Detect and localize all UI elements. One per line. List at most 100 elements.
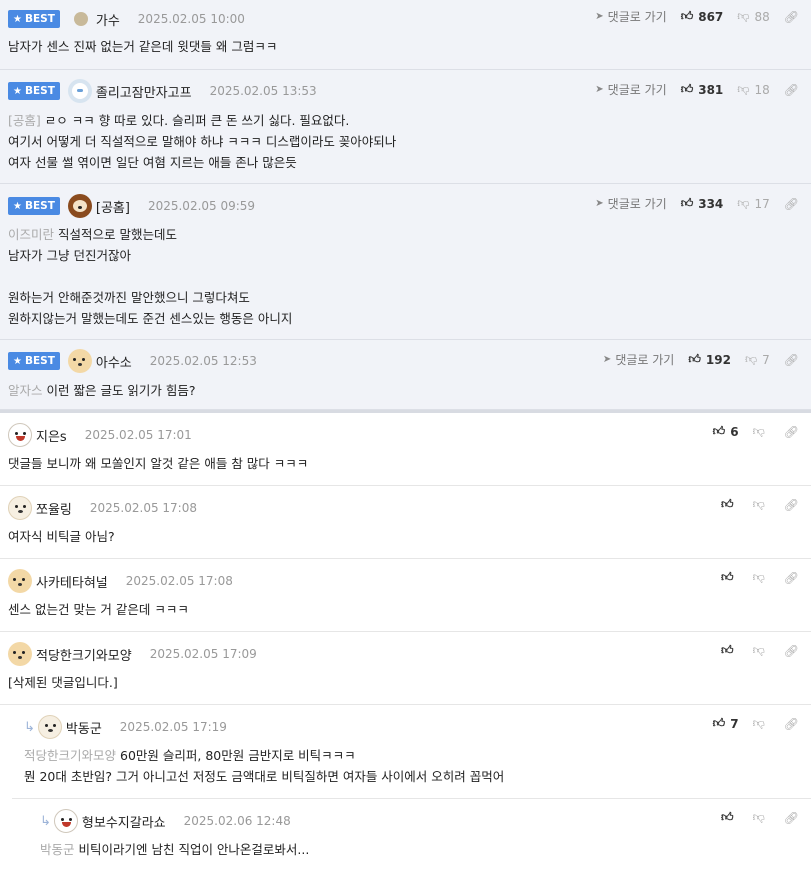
avatar[interactable] bbox=[8, 496, 32, 520]
best-comment: ★ BEST 아수소 2025.02.05 12:53 ➤ 댓글로 가기 👍︎ 192… bbox=[0, 340, 811, 410]
star-icon: ★ bbox=[13, 85, 22, 97]
downvote-button[interactable]: 👎︎ 88 bbox=[737, 9, 769, 24]
upvote-button[interactable]: 👍︎ 192 bbox=[688, 352, 731, 367]
avatar[interactable] bbox=[53, 809, 78, 833]
upvote-button[interactable]: 👍︎ 334 bbox=[681, 196, 724, 211]
downvote-button[interactable]: 👎︎ 18 bbox=[737, 82, 769, 97]
avatar[interactable] bbox=[37, 715, 62, 739]
nickname[interactable]: 사카테타혀널 bbox=[36, 572, 108, 591]
downvote-button[interactable]: 👎︎ bbox=[753, 716, 770, 731]
thumbs-down-icon: 👎︎ bbox=[752, 424, 765, 438]
link-icon[interactable]: 🔗︎ bbox=[784, 811, 799, 825]
timestamp: 2025.02.05 17:09 bbox=[149, 647, 257, 661]
comment: 쪼율링 2025.02.05 17:08 👍︎ 👎︎ 🔗︎ 여자식 비틱글 아님… bbox=[0, 486, 811, 559]
nickname[interactable]: 쪼율링 bbox=[36, 499, 72, 518]
mention[interactable]: 적당한크기와모양 bbox=[24, 748, 116, 763]
star-icon: ★ bbox=[13, 200, 22, 212]
downvote-button[interactable]: 👎︎ 17 bbox=[737, 196, 769, 211]
avatar[interactable] bbox=[8, 569, 32, 593]
goto-comment-link[interactable]: ➤ 댓글로 가기 bbox=[595, 195, 666, 212]
upvote-button[interactable]: 👍︎ 7 bbox=[713, 716, 739, 731]
avatar[interactable] bbox=[67, 349, 92, 373]
nickname[interactable]: 형보수지갈라쇼 bbox=[82, 812, 166, 831]
upvote-button[interactable]: 👍︎ 381 bbox=[681, 82, 724, 97]
thumbs-up-icon: 👍︎ bbox=[712, 424, 726, 438]
comment-line: 센스 없는건 맞는 거 같은데 ㅋㅋㅋ bbox=[8, 602, 189, 617]
nickname[interactable]: 졸리고잠만자고프 bbox=[96, 82, 192, 101]
comment-actions: 👍︎ 👎︎ 🔗︎ bbox=[721, 497, 799, 512]
timestamp: 2025.02.05 17:01 bbox=[84, 428, 192, 442]
comment-actions: ➤ 댓글로 가기 👍︎ 867 👎︎ 88 🔗︎ bbox=[595, 8, 799, 25]
comment-header: ★ BEST 가수 2025.02.05 10:00 bbox=[8, 9, 245, 29]
thumbs-down-icon: 👎︎ bbox=[752, 716, 765, 730]
avatar[interactable] bbox=[8, 642, 32, 666]
upvote-button[interactable]: 👍︎ bbox=[721, 810, 739, 825]
comment-line: 여자식 비틱글 아님? bbox=[8, 529, 115, 544]
avatar[interactable] bbox=[67, 79, 92, 103]
upvote-button[interactable]: 👍︎ bbox=[721, 643, 739, 658]
mention[interactable]: [공홈] bbox=[8, 113, 41, 128]
comment-header: ↳ 형보수지갈라쇼 2025.02.06 12:48 bbox=[40, 809, 291, 833]
comment-actions: ➤ 댓글로 가기 👍︎ 192 👎︎ 7 🔗︎ bbox=[603, 351, 799, 368]
link-icon[interactable]: 🔗︎ bbox=[784, 83, 799, 97]
downvote-button[interactable]: 👎︎ bbox=[753, 570, 770, 585]
nickname[interactable]: 적당한크기와모양 bbox=[36, 645, 132, 664]
comment-actions: ➤ 댓글로 가기 👍︎ 381 👎︎ 18 🔗︎ bbox=[595, 81, 799, 98]
comment: 지은s 2025.02.05 17:01 👍︎ 6 👎︎ 🔗︎ 댓글들 보니까 왜… bbox=[0, 413, 811, 486]
upvote-button[interactable]: 👍︎ 867 bbox=[681, 9, 724, 24]
reply: ↳ 박동군 2025.02.05 17:19 👍︎ 7 👎︎ 🔗︎ 적당한크기와모… bbox=[12, 705, 811, 799]
star-icon: ★ bbox=[13, 355, 22, 367]
nickname[interactable]: [공홈] bbox=[96, 197, 130, 216]
goto-comment-link[interactable]: ➤ 댓글로 가기 bbox=[595, 8, 666, 25]
best-comment: ★ BEST 졸리고잠만자고프 2025.02.05 13:53 ➤ 댓글로 가기 … bbox=[0, 70, 811, 184]
link-icon[interactable]: 🔗︎ bbox=[784, 197, 799, 211]
link-icon[interactable]: 🔗︎ bbox=[784, 571, 799, 585]
comment-body: [삭제된 댓글입니다.] bbox=[8, 672, 791, 693]
mention[interactable]: 이즈미란 bbox=[8, 227, 54, 242]
comment-line: 적당한크기와모양 60만원 슬리퍼, 80만원 금반지로 비틱ㅋㅋㅋ bbox=[24, 748, 356, 763]
upvote-button[interactable]: 👍︎ bbox=[721, 570, 739, 585]
comment-header: 쪼율링 2025.02.05 17:08 bbox=[8, 496, 197, 520]
nickname[interactable]: 아수소 bbox=[96, 352, 132, 371]
best-badge: ★ BEST bbox=[8, 352, 60, 370]
comment-body: 적당한크기와모양 60만원 슬리퍼, 80만원 금반지로 비틱ㅋㅋㅋ 뭔 20대… bbox=[24, 745, 791, 787]
thumbs-down-icon: 👎︎ bbox=[752, 570, 765, 584]
mention[interactable]: 알자스 bbox=[8, 383, 43, 398]
downvote-button[interactable]: 👎︎ bbox=[753, 643, 770, 658]
link-icon[interactable]: 🔗︎ bbox=[784, 498, 799, 512]
comment-line: [공홈] ㄹㅇ ㅋㅋ 향 따로 있다. 슬리퍼 큰 돈 쓰기 싫다. 필요없다. bbox=[8, 113, 350, 128]
best-badge: ★ BEST bbox=[8, 82, 60, 100]
comment-line: 박동군 비틱이라기엔 남친 직업이 안나온걸로봐서... bbox=[40, 842, 310, 857]
upvote-button[interactable]: 👍︎ bbox=[721, 497, 739, 512]
avatar[interactable] bbox=[67, 194, 92, 218]
arrow-icon: ➤ bbox=[602, 354, 612, 365]
link-icon[interactable]: 🔗︎ bbox=[784, 425, 799, 439]
goto-comment-link[interactable]: ➤ 댓글로 가기 bbox=[603, 351, 674, 368]
comment-actions: 👍︎ 👎︎ 🔗︎ bbox=[721, 643, 799, 658]
timestamp: 2025.02.05 17:08 bbox=[125, 574, 233, 588]
upvote-button[interactable]: 👍︎ 6 bbox=[713, 424, 739, 439]
link-icon[interactable]: 🔗︎ bbox=[784, 353, 799, 367]
nickname[interactable]: 가수 bbox=[96, 10, 120, 29]
downvote-button[interactable]: 👎︎ 7 bbox=[745, 352, 770, 367]
comment-line: 원하는거 안해준것까진 말안했으니 그렇다쳐도 bbox=[8, 290, 250, 305]
thumbs-up-icon: 👍︎ bbox=[680, 196, 694, 210]
goto-comment-link[interactable]: ➤ 댓글로 가기 bbox=[595, 81, 666, 98]
comment-line: 남자가 그냥 던진거잖아 bbox=[8, 248, 131, 263]
downvote-button[interactable]: 👎︎ bbox=[753, 810, 770, 825]
reply-arrow-icon: ↳ bbox=[24, 719, 35, 735]
nickname[interactable]: 지은s bbox=[36, 426, 67, 445]
downvote-button[interactable]: 👎︎ bbox=[753, 497, 770, 512]
link-icon[interactable]: 🔗︎ bbox=[784, 644, 799, 658]
link-icon[interactable]: 🔗︎ bbox=[784, 717, 799, 731]
avatar[interactable] bbox=[8, 423, 32, 447]
avatar[interactable] bbox=[73, 12, 88, 26]
thumbs-down-icon: 👎︎ bbox=[744, 352, 758, 366]
link-icon[interactable]: 🔗︎ bbox=[784, 10, 799, 24]
best-comment: ★ BEST [공홈] 2025.02.05 09:59 ➤ 댓글로 가기 👍︎ 33… bbox=[0, 184, 811, 340]
thumbs-up-icon: 👍︎ bbox=[721, 570, 734, 584]
comment-body: 알자스 이런 짧은 글도 읽기가 힘듬? bbox=[8, 380, 791, 401]
downvote-button[interactable]: 👎︎ bbox=[753, 424, 770, 439]
mention[interactable]: 박동군 bbox=[40, 842, 75, 857]
nickname[interactable]: 박동군 bbox=[66, 718, 102, 737]
